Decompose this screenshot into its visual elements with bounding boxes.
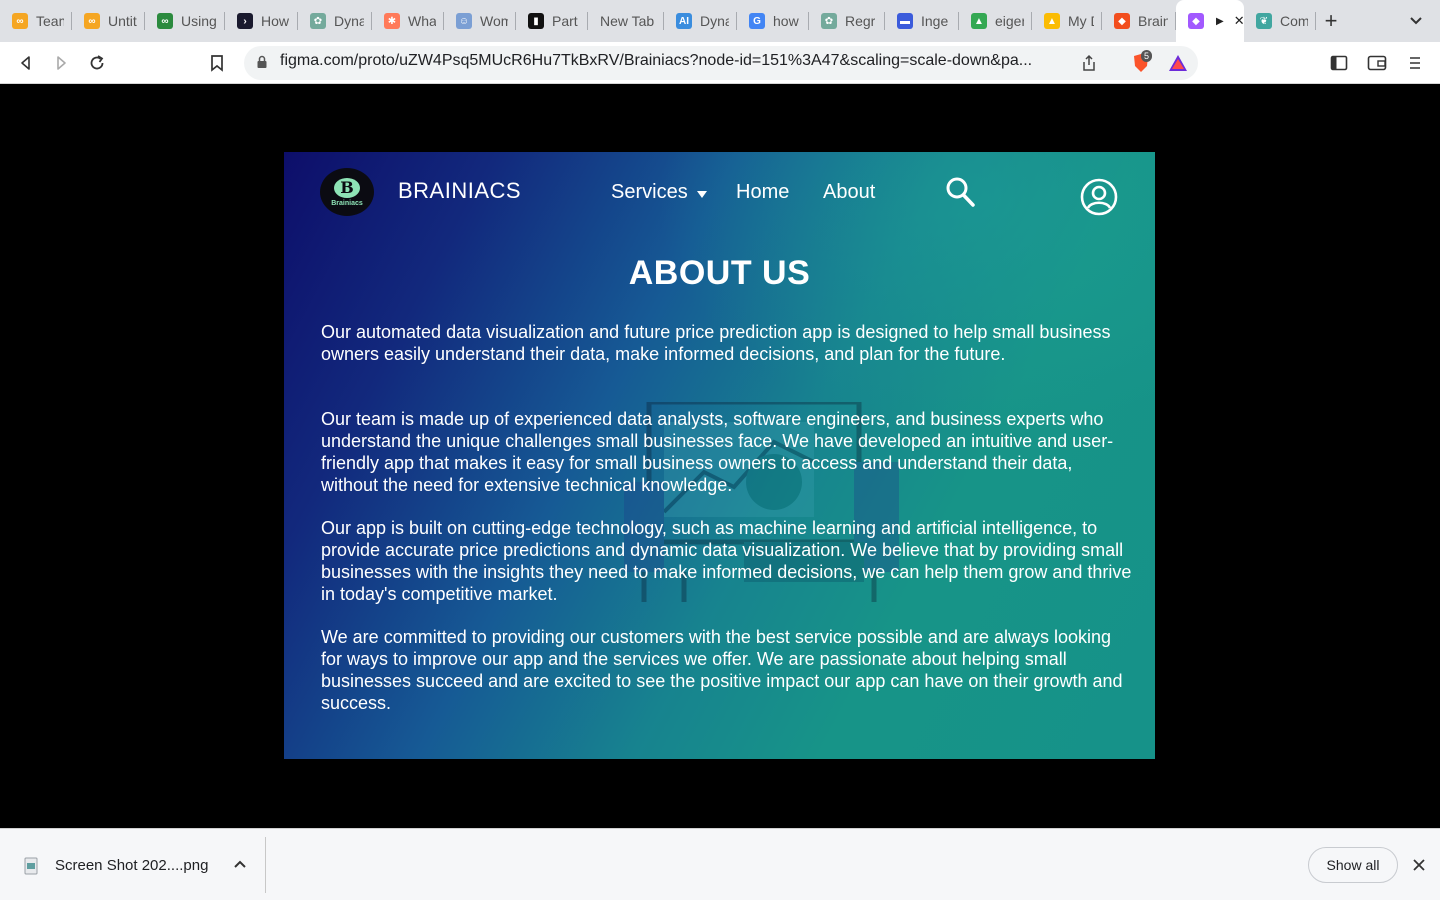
share-icon[interactable] <box>1079 53 1099 73</box>
cocode-icon: ∞ <box>12 13 28 29</box>
logo-letter: B <box>334 177 360 198</box>
leaf-icon: ❦ <box>1256 13 1272 29</box>
tab-title: Untit <box>108 13 137 29</box>
nav-home[interactable]: Home <box>736 181 789 204</box>
lock-icon[interactable] <box>256 55 268 69</box>
page-title: ABOUT US <box>628 254 811 292</box>
brave-badge: 5 <box>1141 50 1153 62</box>
browser-tab[interactable]: ◆ Brain <box>1102 0 1176 42</box>
drive-icon: ▲ <box>1044 13 1060 29</box>
tab-title: Inge <box>921 13 949 29</box>
caret-down-icon <box>696 191 707 198</box>
openai-icon: ✿ <box>310 13 326 29</box>
browser-tab[interactable]: ◆ ▶ ✕ <box>1176 0 1244 42</box>
oo-icon: ∞ <box>157 13 173 29</box>
browser-tab[interactable]: ✿ Dyna <box>298 0 372 42</box>
bookmark-icon[interactable] <box>207 53 227 73</box>
nav-services[interactable]: Services <box>611 181 709 204</box>
chevron-circle-icon: › <box>237 13 253 29</box>
figma-icon: ◆ <box>1114 13 1130 29</box>
reload-icon[interactable] <box>87 53 107 73</box>
tab-title: My D <box>1068 13 1094 29</box>
tab-title: Using <box>181 13 217 29</box>
browser-tab[interactable]: ▲ eiger <box>959 0 1032 42</box>
hubspot-icon: ✱ <box>384 13 400 29</box>
browser-tab[interactable]: ▮ Part <box>516 0 588 42</box>
menu-icon[interactable] <box>1405 53 1425 73</box>
image-file-icon <box>24 857 38 875</box>
tab-title: Regr <box>845 13 876 29</box>
browser-tab[interactable]: ✱ What <box>372 0 444 42</box>
about-paragraph: Our app is built on cutting-edge technol… <box>321 518 1132 604</box>
download-divider <box>265 837 266 893</box>
brave-shields-icon[interactable]: 5 <box>1128 50 1154 73</box>
browser-tab[interactable]: Ghow <box>737 0 809 42</box>
drive-icon: ▲ <box>971 13 987 29</box>
browser-tab[interactable]: ∞ Team <box>0 0 72 42</box>
url-text[interactable]: figma.com/proto/uZW4Psq5MUcR6Hu7TkBxRV/B… <box>280 52 1062 70</box>
cocode-icon: ∞ <box>84 13 100 29</box>
doc-icon: ▬ <box>897 13 913 29</box>
close-icon[interactable] <box>1411 857 1427 873</box>
wallet-icon[interactable] <box>1367 53 1387 73</box>
browser-tab[interactable]: ∞ Untit <box>72 0 145 42</box>
browser-tab[interactable]: New Tab <box>588 0 664 42</box>
browser-tab[interactable]: ❦ Com <box>1244 0 1316 42</box>
browser-tab[interactable]: ▬ Inge <box>885 0 959 42</box>
nav-services-label: Services <box>611 181 688 203</box>
tab-close-icon[interactable]: ✕ <box>1234 13 1244 29</box>
browser-tab[interactable]: ▲ My D <box>1032 0 1102 42</box>
tab-title: How <box>261 13 290 29</box>
show-all-button[interactable]: Show all <box>1308 847 1398 883</box>
download-file-name[interactable]: Screen Shot 202....png <box>55 857 208 874</box>
chart-circle-icon: ▮ <box>528 13 544 29</box>
prototype-frame: B Brainiacs BRAINIACS Services Home Abou… <box>284 152 1155 759</box>
tab-title: Team <box>36 13 64 29</box>
browser-tab[interactable]: ∞ Using <box>145 0 225 42</box>
openai-icon: ✿ <box>821 13 837 29</box>
sidebar-toggle-icon[interactable] <box>1329 53 1349 73</box>
tab-search-chevron-icon[interactable] <box>1408 14 1424 28</box>
brand-name[interactable]: BRAINIACS <box>398 178 521 204</box>
robot-icon: ☺ <box>456 13 472 29</box>
tab-title: Com <box>1280 13 1308 29</box>
about-paragraph: We are committed to providing our custom… <box>321 627 1123 713</box>
forward-icon[interactable] <box>51 53 71 73</box>
tab-strip: ∞ Team ∞ Untit ∞ Using › How ✿ Dyna ✱ What ☺ Wom ▮ Part… <box>0 0 1440 42</box>
google-icon: G <box>749 13 765 29</box>
browser-tab[interactable]: ☺ Wom <box>444 0 516 42</box>
tab-separator <box>1315 12 1316 30</box>
browser-tab[interactable]: › How <box>225 0 298 42</box>
tab-title: eiger <box>995 13 1024 29</box>
tab-title: Dyna <box>700 13 729 29</box>
tab-title: Wom <box>480 13 508 29</box>
figma-icon: ◆ <box>1188 13 1204 29</box>
tab-title: how <box>773 13 799 29</box>
about-paragraph: Our team is made up of experienced data … <box>321 409 1114 495</box>
new-tab-button[interactable]: + <box>1322 10 1340 32</box>
chevron-up-icon[interactable] <box>232 857 248 871</box>
tab-title: New Tab <box>600 13 655 29</box>
brave-rewards-icon[interactable] <box>1168 53 1188 73</box>
tab-title: What <box>408 13 436 29</box>
back-icon[interactable] <box>16 53 36 73</box>
search-icon[interactable] <box>945 176 975 208</box>
nav-about[interactable]: About <box>823 181 875 204</box>
ai-icon: AI <box>676 13 692 29</box>
logo-caption: Brainiacs <box>331 199 363 207</box>
download-bar: Screen Shot 202....png Show all <box>0 828 1440 900</box>
audio-playing-icon: ▶ <box>1216 15 1224 27</box>
brand-logo[interactable]: B Brainiacs <box>320 168 374 216</box>
tab-title: Brain <box>1138 13 1168 29</box>
page-viewport: B Brainiacs BRAINIACS Services Home Abou… <box>0 84 1440 828</box>
tab-title: Dyna <box>334 13 364 29</box>
about-paragraph: Our automated data visualization and fut… <box>321 322 1111 364</box>
tab-title: Part <box>552 13 578 29</box>
browser-tab[interactable]: AI Dyna <box>664 0 737 42</box>
browser-tab[interactable]: ✿ Regr <box>809 0 885 42</box>
user-account-icon[interactable] <box>1080 178 1118 216</box>
